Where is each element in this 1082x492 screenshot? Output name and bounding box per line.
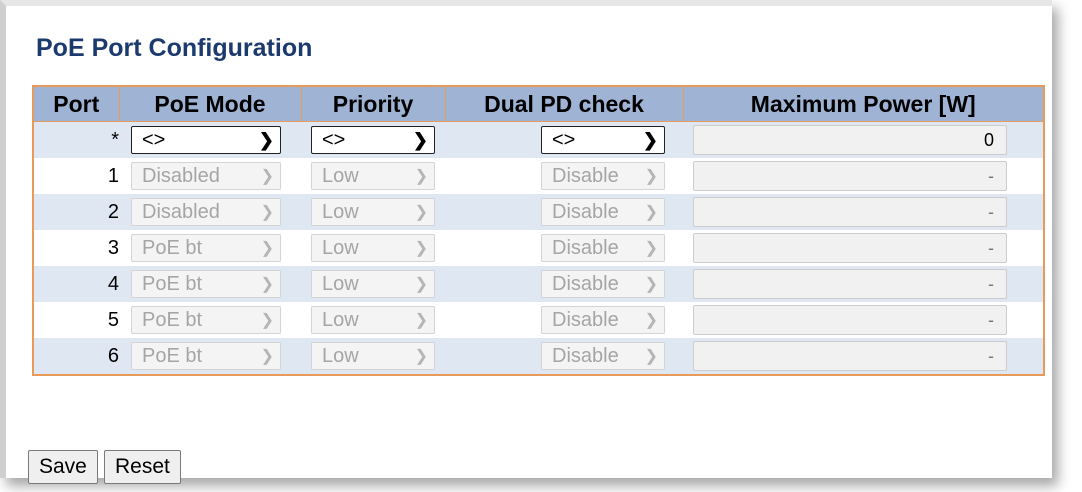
save-button[interactable]: Save bbox=[28, 450, 98, 484]
global-dual-pd-select[interactable]: <> ❯ bbox=[541, 126, 665, 154]
select-value: PoE bt bbox=[142, 344, 203, 367]
poe-config-table: Port PoE Mode Priority Dual PD check Max… bbox=[32, 85, 1045, 376]
reset-button[interactable]: Reset bbox=[104, 450, 181, 484]
select-value: Disable bbox=[552, 236, 619, 259]
port-cell: 1 bbox=[33, 158, 119, 194]
chevron-down-icon: ❯ bbox=[644, 312, 658, 329]
dual-pd-select[interactable]: Disable ❯ bbox=[541, 198, 665, 226]
col-header-max-power: Maximum Power [W] bbox=[682, 85, 1045, 122]
max-power-input[interactable]: - bbox=[693, 197, 1007, 227]
select-value: PoE bt bbox=[142, 272, 203, 295]
chevron-down-icon: ❯ bbox=[260, 168, 274, 185]
select-value: Disable bbox=[552, 272, 619, 295]
select-value: Disable bbox=[552, 164, 619, 187]
priority-select[interactable]: Low ❯ bbox=[311, 270, 435, 298]
col-header-priority: Priority bbox=[300, 85, 446, 122]
select-value: Low bbox=[322, 308, 359, 331]
page-title: PoE Port Configuration bbox=[36, 34, 313, 62]
col-header-port: Port bbox=[32, 85, 120, 122]
global-priority-select[interactable]: <> ❯ bbox=[311, 126, 435, 154]
select-value: <> bbox=[142, 128, 166, 151]
priority-select[interactable]: Low ❯ bbox=[311, 162, 435, 190]
table-row: 2 Disabled ❯ Low ❯ Disable ❯ - bbox=[33, 194, 1044, 230]
chevron-down-icon: ❯ bbox=[414, 348, 428, 365]
poe-mode-select[interactable]: Disabled ❯ bbox=[131, 198, 281, 226]
chevron-down-icon: ❯ bbox=[644, 276, 658, 293]
table-row-global: * <> ❯ <> ❯ <> ❯ 0 bbox=[33, 121, 1044, 158]
max-power-input[interactable]: - bbox=[693, 233, 1007, 263]
select-value: Disable bbox=[552, 308, 619, 331]
chevron-down-icon: ❯ bbox=[644, 348, 658, 365]
port-cell: 4 bbox=[33, 266, 119, 302]
priority-select[interactable]: Low ❯ bbox=[311, 306, 435, 334]
select-value: Low bbox=[322, 236, 359, 259]
page-frame: PoE Port Configuration Port PoE Mode Pri… bbox=[0, 0, 1052, 484]
chevron-down-icon: ❯ bbox=[414, 312, 428, 329]
chevron-down-icon: ❯ bbox=[260, 240, 274, 257]
global-max-power-input[interactable]: 0 bbox=[693, 125, 1007, 155]
chevron-down-icon: ❯ bbox=[414, 276, 428, 293]
select-value: Disable bbox=[552, 200, 619, 223]
chevron-down-icon: ❯ bbox=[644, 240, 658, 257]
poe-mode-select[interactable]: PoE bt ❯ bbox=[131, 306, 281, 334]
table-row: 5 PoE bt ❯ Low ❯ Disable ❯ - bbox=[33, 302, 1044, 338]
chevron-down-icon: ❯ bbox=[644, 204, 658, 221]
table-row: 1 Disabled ❯ Low ❯ Disable ❯ - bbox=[33, 158, 1044, 194]
max-power-input[interactable]: - bbox=[693, 341, 1007, 371]
poe-mode-select[interactable]: PoE bt ❯ bbox=[131, 270, 281, 298]
priority-select[interactable]: Low ❯ bbox=[311, 234, 435, 262]
poe-mode-select[interactable]: PoE bt ❯ bbox=[131, 234, 281, 262]
select-value: PoE bt bbox=[142, 308, 203, 331]
select-value: Low bbox=[322, 272, 359, 295]
select-value: PoE bt bbox=[142, 236, 203, 259]
port-cell: 6 bbox=[33, 338, 119, 375]
chevron-down-icon: ❯ bbox=[642, 129, 658, 150]
table-row: 3 PoE bt ❯ Low ❯ Disable ❯ - bbox=[33, 230, 1044, 266]
select-value: <> bbox=[322, 128, 346, 151]
table-row: 4 PoE bt ❯ Low ❯ Disable ❯ - bbox=[33, 266, 1044, 302]
dual-pd-select[interactable]: Disable ❯ bbox=[541, 270, 665, 298]
col-header-dual-pd-check: Dual PD check bbox=[444, 85, 684, 122]
table-row: 6 PoE bt ❯ Low ❯ Disable ❯ - bbox=[33, 338, 1044, 375]
port-cell: 5 bbox=[33, 302, 119, 338]
dual-pd-select[interactable]: Disable ❯ bbox=[541, 162, 665, 190]
priority-select[interactable]: Low ❯ bbox=[311, 198, 435, 226]
chevron-down-icon: ❯ bbox=[258, 129, 274, 150]
chevron-down-icon: ❯ bbox=[644, 168, 658, 185]
global-poe-mode-select[interactable]: <> ❯ bbox=[131, 126, 281, 154]
chevron-down-icon: ❯ bbox=[260, 276, 274, 293]
chevron-down-icon: ❯ bbox=[414, 168, 428, 185]
select-value: Disabled bbox=[142, 164, 220, 187]
chevron-down-icon: ❯ bbox=[414, 240, 428, 257]
port-cell: * bbox=[33, 121, 119, 158]
chevron-down-icon: ❯ bbox=[414, 204, 428, 221]
chevron-down-icon: ❯ bbox=[260, 204, 274, 221]
select-value: Low bbox=[322, 344, 359, 367]
max-power-input[interactable]: - bbox=[693, 161, 1007, 191]
poe-mode-select[interactable]: Disabled ❯ bbox=[131, 162, 281, 190]
dual-pd-select[interactable]: Disable ❯ bbox=[541, 306, 665, 334]
select-value: Disabled bbox=[142, 200, 220, 223]
port-cell: 2 bbox=[33, 194, 119, 230]
poe-mode-select[interactable]: PoE bt ❯ bbox=[131, 342, 281, 370]
dual-pd-select[interactable]: Disable ❯ bbox=[541, 342, 665, 370]
select-value: Disable bbox=[552, 344, 619, 367]
col-header-poe-mode: PoE Mode bbox=[118, 85, 302, 122]
port-cell: 3 bbox=[33, 230, 119, 266]
select-value: Low bbox=[322, 164, 359, 187]
chevron-down-icon: ❯ bbox=[260, 348, 274, 365]
select-value: <> bbox=[552, 128, 576, 151]
priority-select[interactable]: Low ❯ bbox=[311, 342, 435, 370]
chevron-down-icon: ❯ bbox=[412, 129, 428, 150]
dual-pd-select[interactable]: Disable ❯ bbox=[541, 234, 665, 262]
chevron-down-icon: ❯ bbox=[260, 312, 274, 329]
max-power-input[interactable]: - bbox=[693, 269, 1007, 299]
max-power-input[interactable]: - bbox=[693, 305, 1007, 335]
select-value: Low bbox=[322, 200, 359, 223]
